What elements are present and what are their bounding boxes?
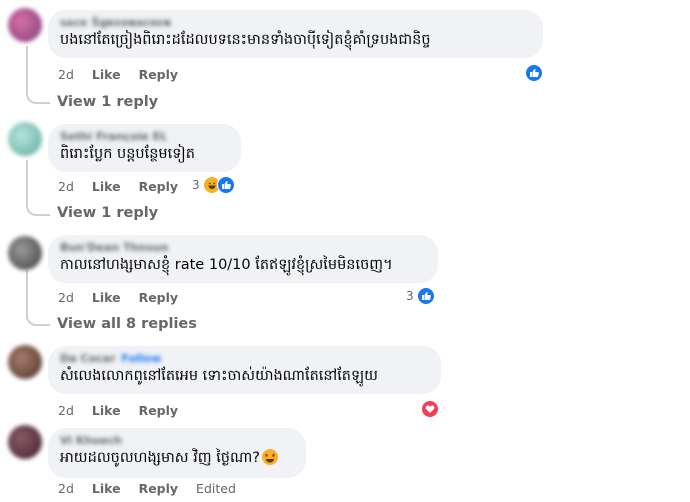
comment-bubble: Sethi Françoie EL ពិរោះប្លែក បន្ដបន្ថែមទ… xyxy=(48,124,241,172)
thread-hook xyxy=(26,92,50,104)
reply-button[interactable]: Reply xyxy=(139,481,178,496)
thread-line xyxy=(26,270,28,314)
like-icon xyxy=(416,287,435,305)
reaction-count: 3 xyxy=(192,178,200,192)
comment-text: សំលេងលោកពូនៅតែអេម ទោះចាស់យ៉ាងណាតែនៅតែឡូយ xyxy=(60,368,378,384)
like-icon xyxy=(216,176,235,194)
avatar[interactable] xyxy=(8,236,42,270)
comment-actions: 2d Like Reply xyxy=(58,67,192,82)
comment-time[interactable]: 2d xyxy=(58,67,74,82)
thread-line xyxy=(26,46,28,92)
thread-line xyxy=(26,160,28,204)
comment-text: អាយដលចូលហង្សមាស វិញ ថ្ងៃណា? xyxy=(60,448,294,468)
comment-text: បងនៅតែច្រៀងពិរោះដដែលបទនេះមានទាំងចាប៉ីទៀត… xyxy=(60,32,431,48)
comment-time[interactable]: 2d xyxy=(58,481,74,496)
comment-time[interactable]: 2d xyxy=(58,403,74,418)
comment-actions: 2d Like Reply xyxy=(58,403,192,418)
comment-actions: 2d Like Reply Edited xyxy=(58,481,250,496)
like-icon xyxy=(525,64,543,82)
thread-hook xyxy=(26,314,50,326)
like-button[interactable]: Like xyxy=(92,403,121,418)
star-struck-emoji-icon xyxy=(262,449,279,465)
avatar[interactable] xyxy=(8,345,42,379)
comment-actions: 2d Like Reply xyxy=(58,179,192,194)
comment-text: ពិរោះប្លែក បន្ដបន្ថែមទៀត xyxy=(60,146,195,162)
avatar[interactable] xyxy=(8,425,42,459)
comment-time[interactable]: 2d xyxy=(58,179,74,194)
author-name[interactable]: Da Cocar xyxy=(60,352,115,365)
like-button[interactable]: Like xyxy=(92,179,121,194)
comment-bubble: sᴀᴄк Ŝɡʀᴇᴏɴᴀсʜᴇɴ បងនៅតែច្រៀងពិរោះដដែលបទន… xyxy=(48,10,543,58)
reaction-summary[interactable] xyxy=(421,400,439,418)
comment-text: កាលនៅហង្សមាសខ្ញុំ rate 10/10 តែឥឡូវខ្ញុំ… xyxy=(60,257,393,273)
comment-author[interactable]: sᴀᴄк Ŝɡʀᴇᴏɴᴀсʜᴇɴ xyxy=(60,16,531,30)
love-icon xyxy=(421,400,439,418)
comment-bubble: Da Cocar Follow សំលេងលោកពូនៅតែអេម ទោះចាស់… xyxy=(48,346,441,394)
comment-author[interactable]: Da Cocar Follow xyxy=(60,352,429,366)
like-button[interactable]: Like xyxy=(92,67,121,82)
avatar[interactable] xyxy=(8,122,42,156)
comment-time[interactable]: 2d xyxy=(58,290,74,305)
reaction-summary[interactable]: 3 xyxy=(192,176,235,194)
thread-hook xyxy=(26,204,50,216)
comment-actions: 2d Like Reply xyxy=(58,290,192,305)
follow-button[interactable]: Follow xyxy=(121,352,161,365)
comment-author[interactable]: Vi Khuech xyxy=(60,434,294,448)
avatar[interactable] xyxy=(8,8,42,42)
reply-button[interactable]: Reply xyxy=(139,403,178,418)
view-replies-link[interactable]: View 1 reply xyxy=(57,205,158,221)
comment-bubble: Vi Khuech អាយដលចូលហង្សមាស វិញ ថ្ងៃណា? xyxy=(48,428,306,478)
like-button[interactable]: Like xyxy=(92,290,121,305)
reaction-summary[interactable] xyxy=(525,64,543,82)
comment-text-content: អាយដលចូលហង្សមាស វិញ ថ្ងៃណា? xyxy=(60,450,261,466)
view-replies-link[interactable]: View all 8 replies xyxy=(57,316,197,332)
reply-button[interactable]: Reply xyxy=(139,179,178,194)
reply-button[interactable]: Reply xyxy=(139,67,178,82)
view-replies-link[interactable]: View 1 reply xyxy=(57,94,158,110)
comment-author[interactable]: Sethi Françoie EL xyxy=(60,130,229,144)
reaction-count: 3 xyxy=(406,289,414,303)
reply-button[interactable]: Reply xyxy=(139,290,178,305)
like-button[interactable]: Like xyxy=(92,481,121,496)
reaction-summary[interactable]: 3 xyxy=(406,287,435,305)
edited-label[interactable]: Edited xyxy=(196,481,236,496)
comment-bubble: Bun'Dean Thnsun កាលនៅហង្សមាសខ្ញុំ rate 1… xyxy=(48,235,438,283)
comment-author[interactable]: Bun'Dean Thnsun xyxy=(60,241,426,255)
